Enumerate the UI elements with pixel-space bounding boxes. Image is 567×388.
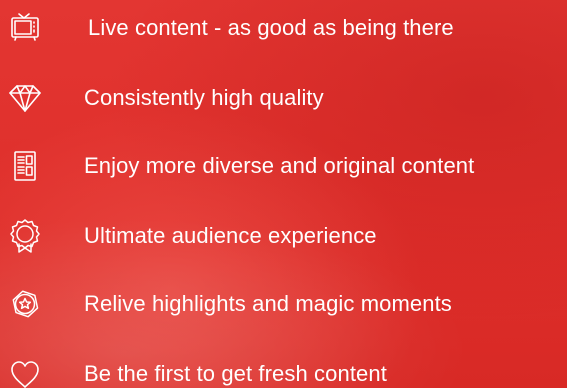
feature-item-highlights: Relive highlights and magic moments bbox=[0, 283, 567, 327]
document-icon bbox=[8, 149, 42, 183]
feature-label: Live content - as good as being there bbox=[88, 15, 454, 40]
heart-icon bbox=[8, 357, 42, 388]
feature-label: Ultimate audience experience bbox=[84, 223, 377, 248]
feature-item-quality: Consistently high quality bbox=[0, 77, 567, 121]
feature-item-audience-experience: Ultimate audience experience bbox=[0, 215, 567, 259]
feature-item-diverse-content: Enjoy more diverse and original content bbox=[0, 145, 567, 189]
tv-icon bbox=[8, 11, 42, 45]
feature-label: Relive highlights and magic moments bbox=[84, 291, 452, 316]
feature-label: Consistently high quality bbox=[84, 85, 324, 110]
feature-item-fresh-content: Be the first to get fresh content bbox=[0, 353, 567, 388]
feature-label: Enjoy more diverse and original content bbox=[84, 153, 475, 178]
feature-label: Be the first to get fresh content bbox=[84, 361, 387, 386]
star-badge-icon bbox=[8, 287, 42, 321]
award-ribbon-icon bbox=[8, 219, 42, 253]
diamond-icon bbox=[8, 81, 42, 115]
feature-list: Live content - as good as being there Co… bbox=[0, 0, 567, 388]
feature-item-live-content: Live content - as good as being there bbox=[0, 7, 567, 51]
